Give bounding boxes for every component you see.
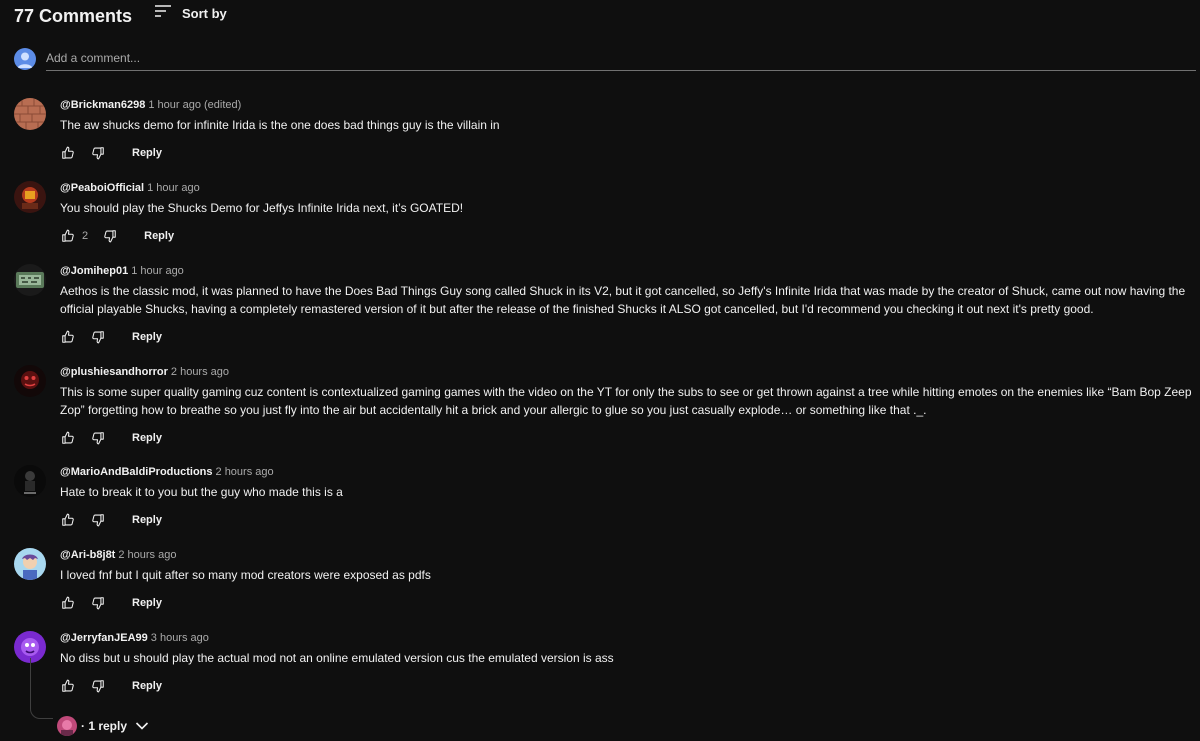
comment-author[interactable]: @MarioAndBaldiProductions	[60, 466, 213, 478]
reply-button[interactable]: Reply	[144, 230, 174, 242]
avatar[interactable]	[14, 548, 46, 580]
comment-author[interactable]: @Jomihep01	[60, 265, 128, 277]
comment-author[interactable]: @PeaboiOfficial	[60, 182, 144, 194]
thumbs-up-icon	[62, 229, 74, 242]
comment-actions: Reply	[60, 676, 1196, 696]
reply-thread-line	[30, 658, 53, 719]
thumbs-up-icon	[62, 330, 74, 343]
like-button[interactable]	[60, 595, 76, 611]
like-count: 2	[82, 230, 89, 242]
like-button[interactable]	[60, 512, 76, 528]
comment-author[interactable]: @Brickman6298	[60, 99, 145, 111]
thumbs-down-icon	[92, 597, 104, 610]
add-comment-row	[14, 46, 1196, 72]
comment-timestamp[interactable]: 2 hours ago	[171, 366, 229, 378]
comment-text: This is some super quality gaming cuz co…	[60, 385, 1192, 417]
comments-header: 77 Comments	[14, 4, 132, 28]
like-button[interactable]	[60, 329, 76, 345]
dislike-button[interactable]	[90, 595, 106, 611]
comment-timestamp[interactable]: 3 hours ago	[151, 632, 209, 644]
reply-button[interactable]: Reply	[132, 331, 162, 343]
chevron-down-icon	[135, 721, 149, 731]
avatar[interactable]	[14, 365, 46, 397]
like-button[interactable]	[60, 228, 76, 244]
thumbs-up-icon	[62, 679, 74, 692]
sort-button[interactable]: Sort by	[154, 4, 227, 23]
comment-timestamp[interactable]: 1 hour ago (edited)	[148, 99, 241, 111]
like-button[interactable]	[60, 678, 76, 694]
like-button[interactable]	[60, 430, 76, 446]
view-replies-button[interactable]: · 1 reply	[57, 716, 149, 736]
thumbs-down-icon	[104, 230, 116, 243]
sort-icon	[154, 4, 172, 23]
dislike-button[interactable]	[90, 430, 106, 446]
comment-actions: 2 Reply	[60, 226, 1196, 246]
comment-text: No diss but u should play the actual mod…	[60, 651, 614, 665]
add-comment-input[interactable]	[46, 46, 1196, 71]
comment-actions: Reply	[60, 143, 1196, 163]
comment-text: Hate to break it to you but the guy who …	[60, 485, 343, 499]
avatar[interactable]	[14, 98, 46, 130]
reply-button[interactable]: Reply	[132, 432, 162, 444]
thumbs-up-icon	[62, 431, 74, 444]
thumbs-down-icon	[92, 680, 104, 693]
avatar[interactable]	[14, 264, 46, 296]
thumbs-up-icon	[62, 146, 74, 159]
dislike-button[interactable]	[102, 228, 118, 244]
comment-text: Aethos is the classic mod, it was planne…	[60, 284, 1186, 316]
reply-button[interactable]: Reply	[132, 597, 162, 609]
thumbs-down-icon	[92, 432, 104, 445]
dislike-button[interactable]	[90, 145, 106, 161]
dislike-button[interactable]	[90, 512, 106, 528]
thumbs-up-icon	[62, 596, 74, 609]
replies-count: · 1 reply	[81, 719, 128, 733]
comment-timestamp[interactable]: 2 hours ago	[118, 549, 176, 561]
comment-actions: Reply	[60, 327, 1196, 347]
comment-author[interactable]: @plushiesandhorror	[60, 366, 168, 378]
current-user-avatar	[14, 48, 36, 70]
reply-button[interactable]: Reply	[132, 514, 162, 526]
dislike-button[interactable]	[90, 329, 106, 345]
comment-actions: Reply	[60, 593, 1196, 613]
reply-avatar	[57, 716, 77, 736]
dislike-button[interactable]	[90, 678, 106, 694]
like-button[interactable]	[60, 145, 76, 161]
comment-timestamp[interactable]: 1 hour ago	[147, 182, 200, 194]
comment-actions: Reply	[60, 510, 1196, 530]
comment-timestamp[interactable]: 1 hour ago	[131, 265, 184, 277]
thumbs-up-icon	[62, 513, 74, 526]
comment-timestamp[interactable]: 2 hours ago	[216, 466, 274, 478]
comment-text: The aw shucks demo for infinite Irida is…	[60, 118, 500, 132]
thumbs-down-icon	[92, 331, 104, 344]
reply-button[interactable]: Reply	[132, 147, 162, 159]
comment-author[interactable]: @JerryfanJEA99	[60, 632, 148, 644]
comment-text: You should play the Shucks Demo for Jeff…	[60, 201, 464, 215]
sort-label: Sort by	[182, 6, 227, 21]
reply-button[interactable]: Reply	[132, 680, 162, 692]
comment-actions: Reply	[60, 428, 1196, 448]
comment-count: 77 Comments	[14, 5, 133, 26]
comment-text: I loved fnf but I quit after so many mod…	[60, 568, 431, 582]
avatar[interactable]	[14, 181, 46, 213]
avatar[interactable]	[14, 465, 46, 497]
comment-author[interactable]: @Ari-b8j8t	[60, 549, 115, 561]
comments-section: 77 Comments Sort by @Brickman62981 hour …	[0, 0, 1200, 741]
thumbs-down-icon	[92, 147, 104, 160]
thumbs-down-icon	[92, 514, 104, 527]
